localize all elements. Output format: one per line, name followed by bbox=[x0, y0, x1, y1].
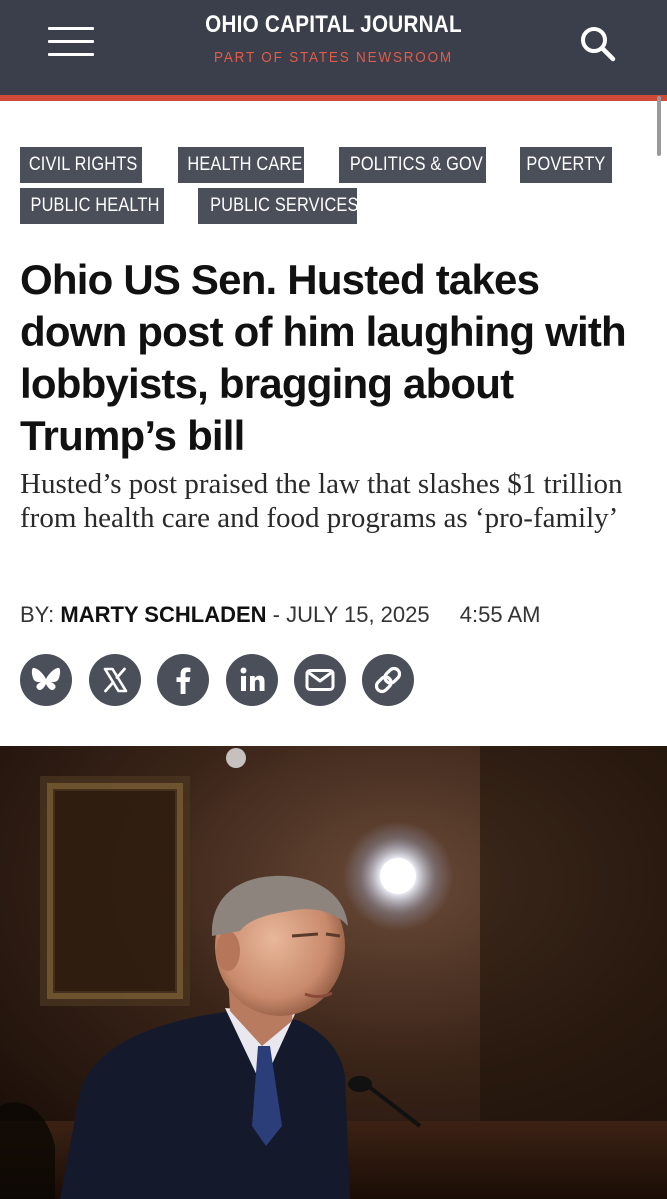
scrollbar[interactable] bbox=[657, 96, 661, 156]
tag-public-services[interactable]: PUBLIC SERVICES bbox=[198, 188, 358, 224]
site-tagline: PART OF STATES NEWSROOM bbox=[214, 49, 453, 66]
tag-public-health[interactable]: PUBLIC HEALTH bbox=[20, 188, 164, 224]
tag-civil-rights[interactable]: CIVIL RIGHTS bbox=[20, 147, 142, 183]
site-header: OHIO CAPITAL JOURNAL PART OF STATES NEWS… bbox=[0, 0, 667, 95]
site-name[interactable]: OHIO CAPITAL JOURNAL bbox=[176, 10, 492, 40]
facebook-icon[interactable] bbox=[157, 654, 209, 706]
search-icon[interactable] bbox=[578, 24, 618, 64]
byline-prefix: BY: bbox=[20, 602, 55, 627]
tag-health-care[interactable]: HEALTH CARE bbox=[178, 147, 304, 183]
hamburger-menu-icon[interactable] bbox=[48, 24, 98, 60]
publish-date: JULY 15, 2025 bbox=[286, 602, 430, 627]
byline: BY: MARTY SCHLADEN - JULY 15, 2025 4:55 … bbox=[20, 600, 640, 630]
header-accent-rule bbox=[0, 95, 667, 101]
hero-photo bbox=[0, 746, 667, 1199]
article-headline: Ohio US Sen. Husted takes down post of h… bbox=[20, 256, 627, 459]
site-brand[interactable]: OHIO CAPITAL JOURNAL PART OF STATES NEWS… bbox=[150, 10, 517, 66]
bluesky-icon[interactable] bbox=[20, 654, 72, 706]
byline-separator: - bbox=[272, 602, 280, 627]
article-dek: Husted’s post praised the law that slash… bbox=[20, 468, 623, 534]
x-icon[interactable] bbox=[89, 654, 141, 706]
link-icon[interactable] bbox=[362, 654, 414, 706]
linkedin-icon[interactable] bbox=[226, 654, 278, 706]
tag-poverty[interactable]: POVERTY bbox=[520, 147, 612, 183]
author-link[interactable]: MARTY SCHLADEN bbox=[60, 602, 266, 627]
publish-time: 4:55 AM bbox=[459, 602, 541, 627]
email-icon[interactable] bbox=[294, 654, 346, 706]
tag-politics-gov[interactable]: POLITICS & GOV bbox=[339, 147, 486, 183]
